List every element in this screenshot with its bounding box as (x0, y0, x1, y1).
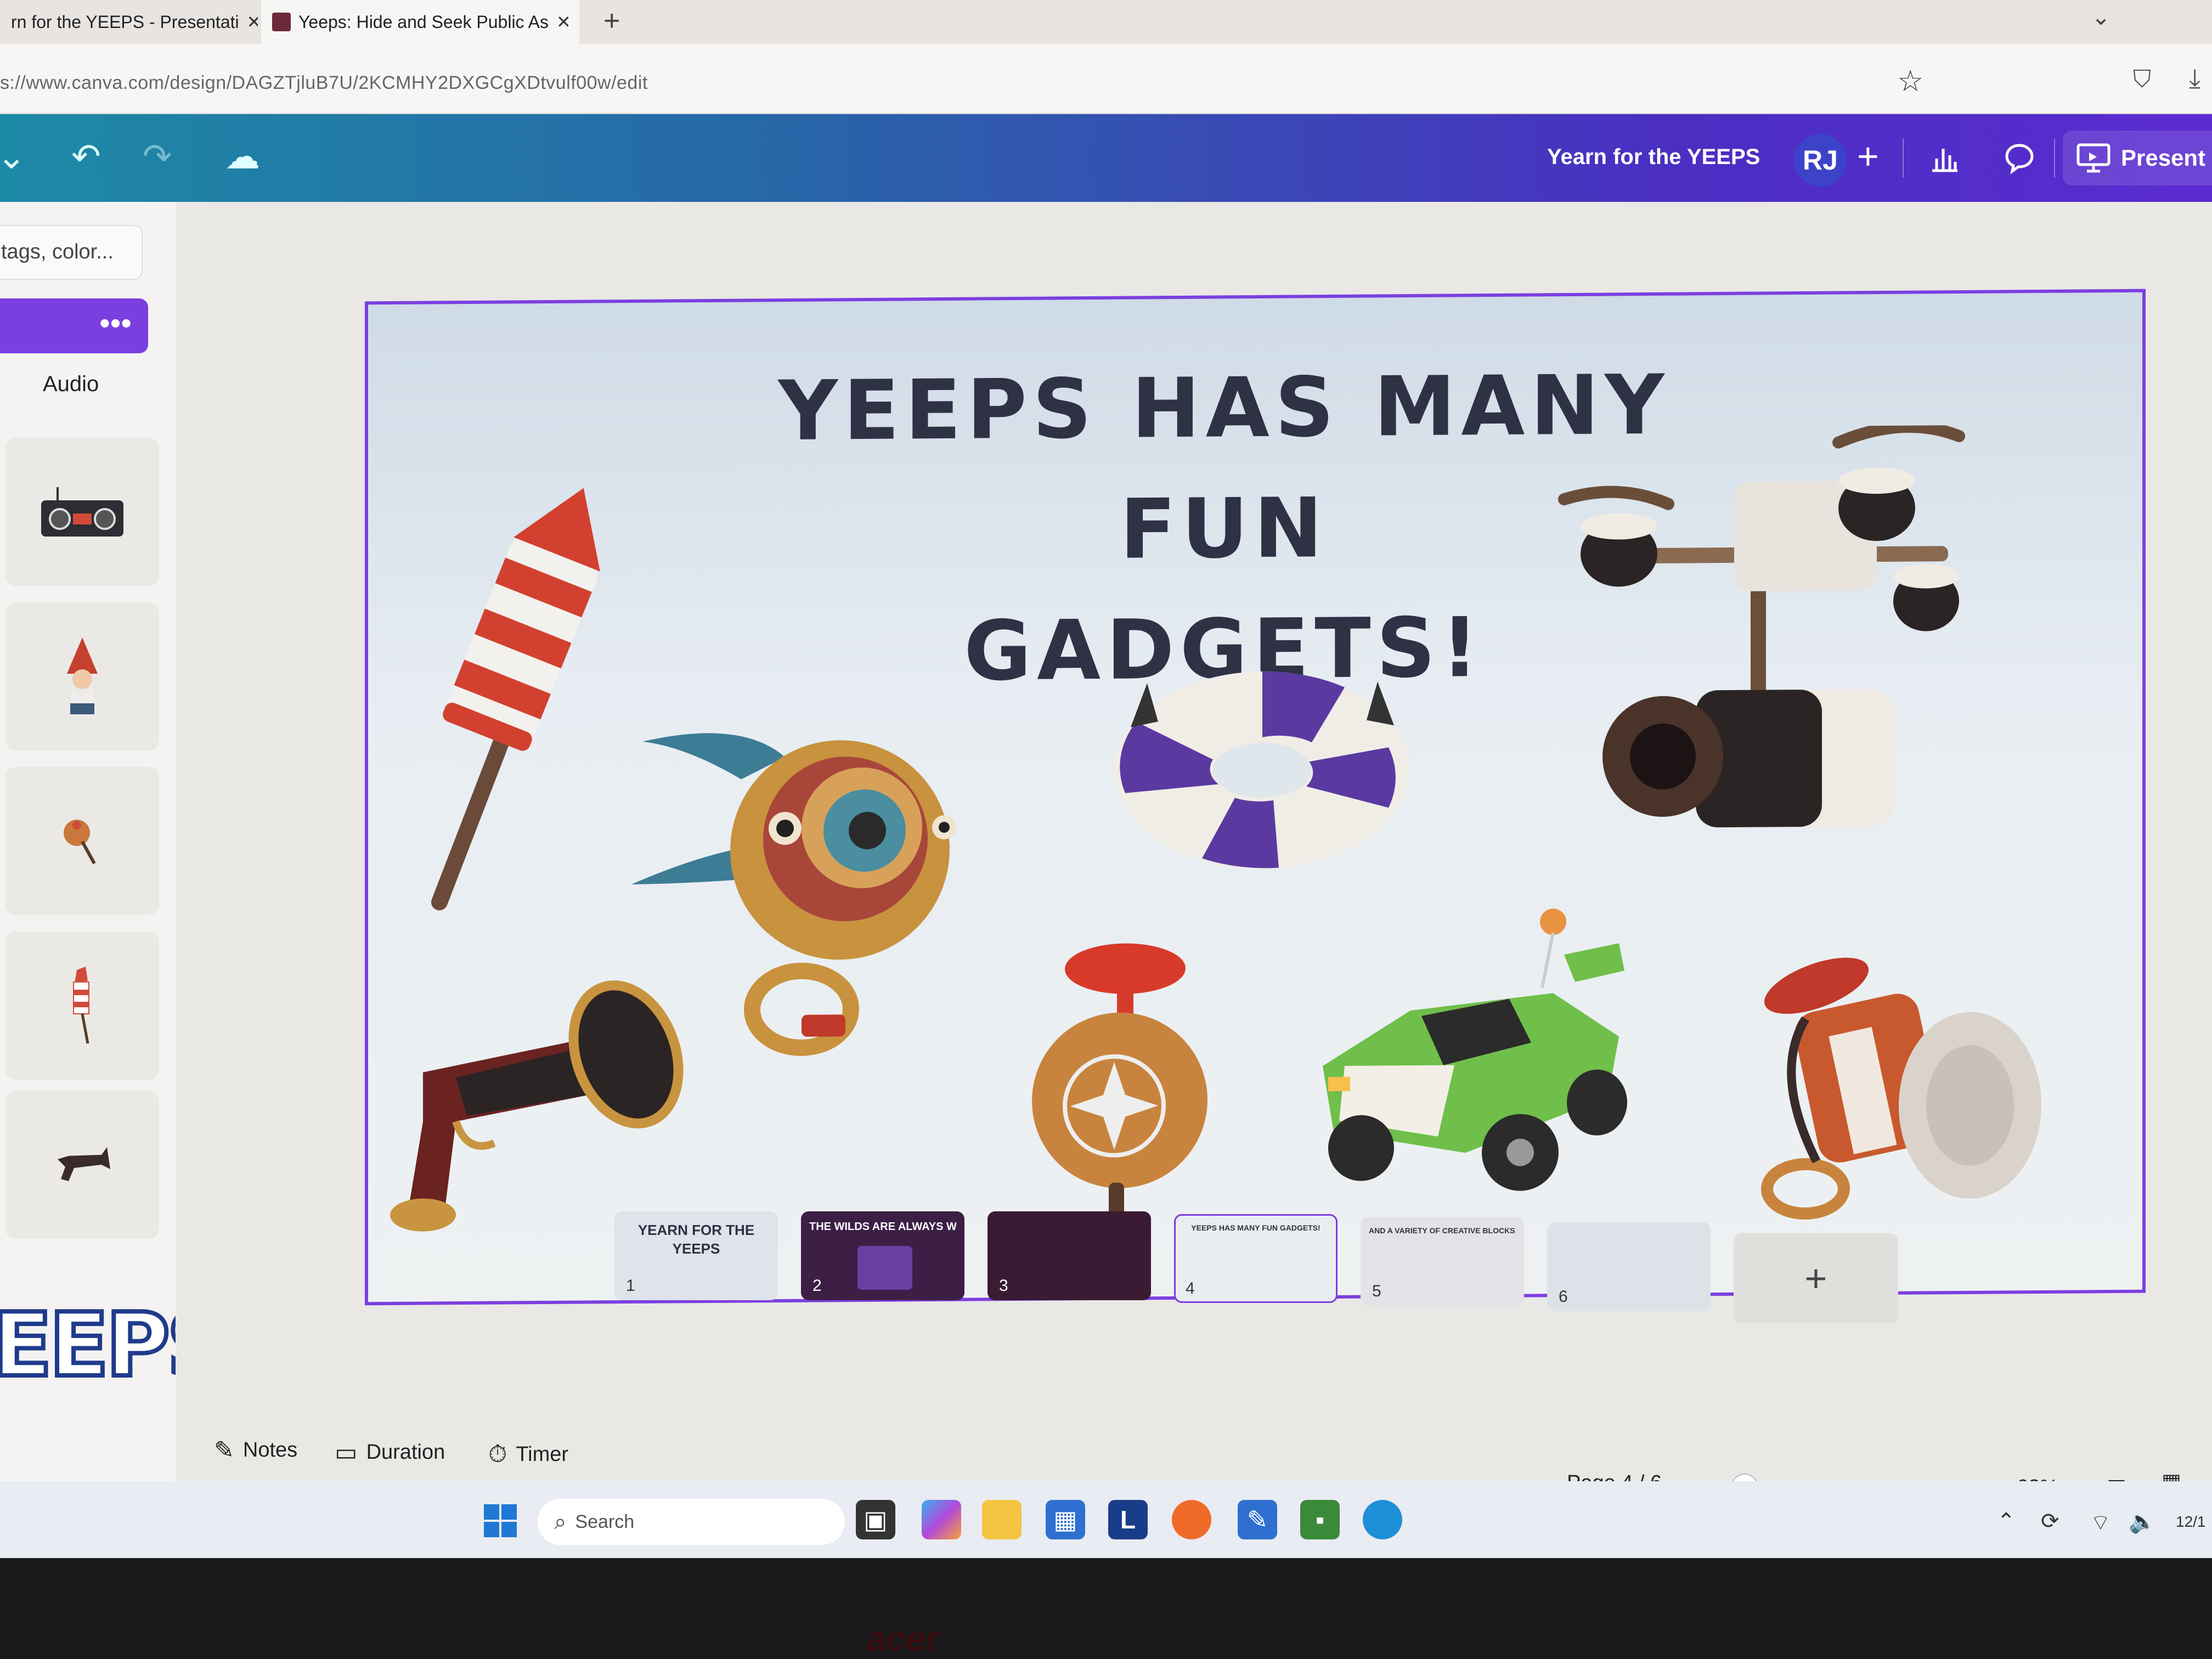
close-tab-icon[interactable]: ✕ (247, 12, 258, 32)
page-caption: AND A VARIETY OF CREATIVE BLOCKS! (1369, 1226, 1516, 1235)
panel-more-button[interactable]: ••• (0, 298, 148, 353)
drone-camera-gadget[interactable] (1553, 425, 2025, 878)
wifi-icon[interactable]: ⌔ (2090, 1509, 2111, 1536)
timer-button[interactable]: ⏱ Timer (488, 1441, 568, 1468)
cannon-gadget[interactable] (1740, 951, 2047, 1261)
page-number: 3 (999, 1277, 1008, 1295)
url-field[interactable]: s://www.canva.com/design/DAGZTjluB7U/2KC… (0, 72, 648, 94)
notes-button[interactable]: ✎ Notes (214, 1436, 297, 1464)
notes-label: Notes (242, 1438, 298, 1462)
edge-icon[interactable] (1363, 1500, 1402, 1539)
sync-icon[interactable]: ⟳ (2041, 1509, 2059, 1534)
inner-tube-gadget[interactable] (1103, 648, 1421, 881)
bookmark-star-icon[interactable]: ☆ (1897, 64, 1923, 98)
page-number: 4 (1186, 1279, 1195, 1297)
volume-icon[interactable]: 🔈 (2129, 1509, 2156, 1534)
duration-icon: ▭ (335, 1439, 358, 1466)
add-page-button[interactable]: + (1734, 1233, 1898, 1323)
copilot-icon[interactable] (922, 1500, 961, 1539)
page-thumbnail-1[interactable]: YEARN FOR THE YEEPS 1 (614, 1211, 778, 1300)
duration-label: Duration (366, 1441, 445, 1464)
avatar[interactable]: RJ (1794, 134, 1847, 187)
duration-button[interactable]: ▭ Duration (335, 1438, 445, 1466)
elements-search-input[interactable]: tags, color... (0, 225, 143, 280)
divider (2054, 138, 2055, 178)
new-tab-button[interactable]: + (603, 4, 620, 37)
tab-list-chevron-icon[interactable]: ⌄ (2091, 3, 2111, 30)
page-number: 5 (1372, 1282, 1381, 1300)
file-explorer-icon[interactable] (982, 1500, 1022, 1539)
page-thumbnail-4[interactable]: YEEPS HAS MANY FUN GADGETS! 4 (1174, 1214, 1338, 1303)
address-bar: s://www.canva.com/design/DAGZTjluB7U/2KC… (0, 44, 2212, 114)
firefox-icon[interactable] (1172, 1500, 1211, 1539)
elements-side-panel: tags, color... ••• Audio EEPS (0, 202, 232, 1519)
page-caption: YEARN FOR THE YEEPS (637, 1222, 755, 1257)
page-number: 6 (1559, 1288, 1568, 1306)
present-screen-icon (2076, 143, 2111, 173)
gnome-element-thumb[interactable] (5, 602, 159, 751)
notes-icon: ✎ (214, 1437, 234, 1464)
search-icon: ⌕ (554, 1509, 567, 1534)
comment-icon[interactable] (1989, 131, 2050, 185)
windows-start-icon[interactable] (483, 1503, 518, 1538)
toy-car-gadget[interactable] (1301, 899, 1652, 1209)
page-thumbnail-5[interactable]: AND A VARIETY OF CREATIVE BLOCKS! 5 (1361, 1217, 1524, 1306)
blunderbuss-element-thumb[interactable] (5, 1091, 159, 1239)
monitor-screen: rn for the YEEPS - Presentati ✕ Yeeps: H… (0, 0, 2212, 1558)
pen-app-icon[interactable]: ✎ (1238, 1500, 1277, 1539)
minecraft-icon[interactable]: ▪ (1300, 1500, 1340, 1539)
boombox-element-thumb[interactable] (5, 438, 159, 586)
task-view-icon[interactable]: ▣ (856, 1500, 895, 1539)
close-tab-icon[interactable]: ✕ (556, 12, 571, 32)
present-label: Present (2121, 145, 2206, 171)
store-icon[interactable]: ▦ (1046, 1500, 1085, 1539)
present-button[interactable]: Present (2063, 131, 2212, 185)
menu-chevron-icon[interactable]: ⌄ (0, 136, 26, 177)
share-add-button[interactable]: + (1857, 135, 1879, 178)
lollipop-element-thumb[interactable] (5, 767, 159, 915)
browser-tab-presentation[interactable]: rn for the YEEPS - Presentati ✕ (0, 0, 258, 44)
rocket-element-thumb[interactable] (5, 932, 159, 1080)
page-number: 2 (812, 1277, 822, 1295)
taskbar-search[interactable]: ⌕ Search (538, 1499, 845, 1545)
page-image (857, 1246, 912, 1290)
windows-taskbar: ⌕ Search ▣ ▦ L ✎ ▪ ⌃ ⟳ ⌔ 🔈 12/1 (0, 1481, 2212, 1558)
page-caption: YEEPS HAS MANY FUN GADGETS! (1191, 1223, 1321, 1232)
divider (1903, 138, 1904, 178)
pocket-icon[interactable]: ⛉ (2133, 66, 2151, 93)
page-thumbnail-2[interactable]: THE WILDS ARE ALWAYS WILD 2 (801, 1211, 964, 1300)
favicon-icon (272, 13, 291, 31)
page-caption: THE WILDS ARE ALWAYS WILD (809, 1221, 956, 1233)
document-title[interactable]: Yearn for the YEEPS (1547, 145, 1760, 170)
timer-label: Timer (516, 1442, 569, 1466)
l-app-icon[interactable]: L (1108, 1500, 1148, 1539)
browser-tab-strip: rn for the YEEPS - Presentati ✕ Yeeps: H… (0, 0, 2212, 44)
tab-title: Yeeps: Hide and Seek Public As (298, 12, 549, 32)
undo-icon[interactable]: ↶ (71, 136, 101, 177)
download-icon[interactable]: ⤓ (2189, 64, 2200, 94)
audio-section-label: Audio (43, 372, 99, 396)
redo-icon[interactable]: ↷ (143, 136, 172, 177)
monitor-brand-logo: acer (867, 1619, 939, 1658)
slide-page-4[interactable]: YEEPS HAS MANY FUN GADGETS! (365, 289, 2146, 1306)
tray-chevron-icon[interactable]: ⌃ (1997, 1509, 2016, 1534)
page-thumbnail-3[interactable]: 3 (988, 1211, 1151, 1300)
cloud-save-icon[interactable]: ☁ (225, 136, 260, 177)
canva-editor-header: ⌄ ↶ ↷ ☁ Yearn for the YEEPS RJ + Present (0, 114, 2212, 202)
timer-icon: ⏱ (488, 1441, 507, 1468)
insights-chart-icon[interactable] (1915, 131, 1975, 185)
taskbar-search-label: Search (575, 1511, 635, 1532)
page-number: 1 (626, 1277, 635, 1295)
tab-title: rn for the YEEPS - Presentati (11, 12, 239, 32)
page-thumbnail-6[interactable]: 6 (1547, 1222, 1711, 1311)
design-canvas-area: YEEPS HAS MANY FUN GADGETS! YEARN FOR TH… (176, 202, 2212, 1519)
clock[interactable]: 12/1 (2176, 1513, 2206, 1531)
browser-tab-yeeps[interactable]: Yeeps: Hide and Seek Public As ✕ (261, 0, 579, 44)
